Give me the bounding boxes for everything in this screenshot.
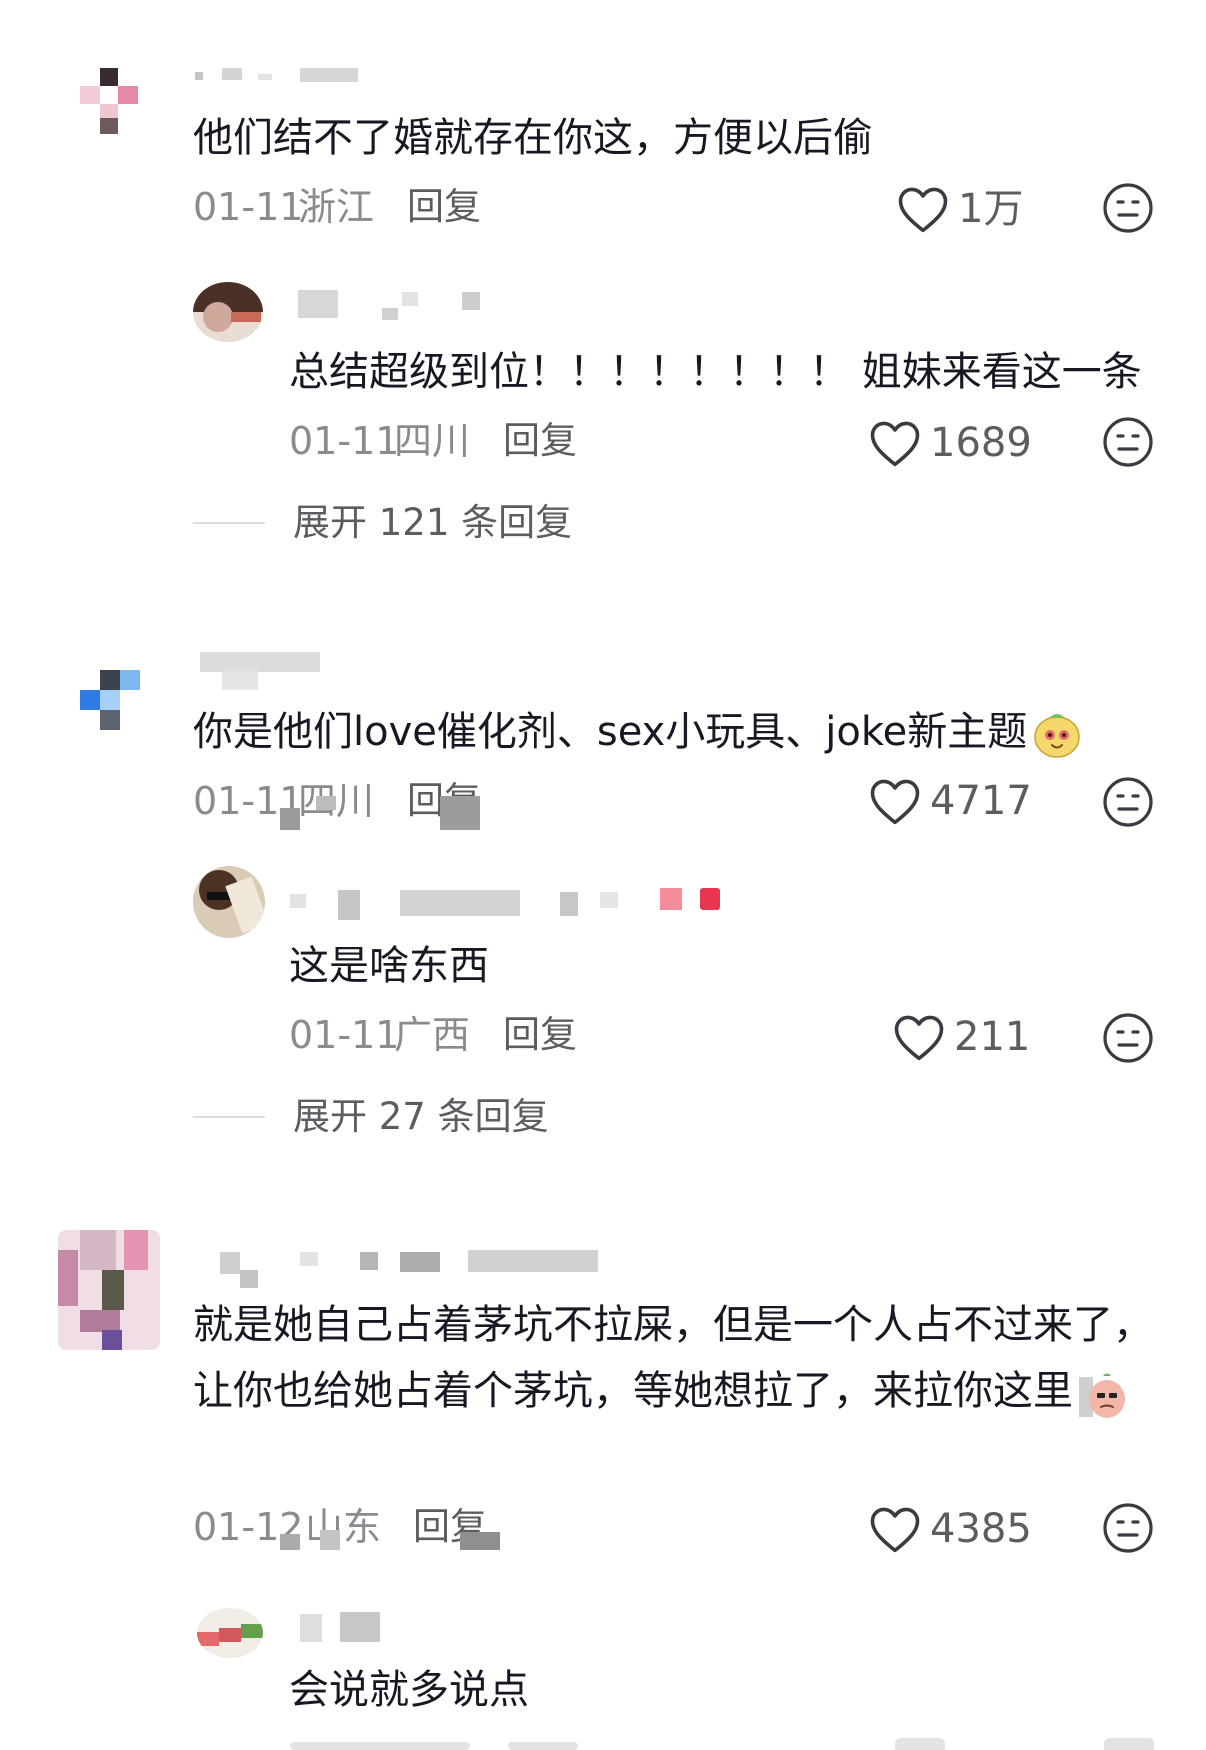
expand-replies-button[interactable]: 展开 27 条回复 [193, 1092, 549, 1142]
reply-location: 广西 [394, 1013, 471, 1057]
comment-location: 山东 [305, 1505, 382, 1549]
expand-count: 121 [378, 501, 450, 544]
like-count: 1万 [958, 186, 1024, 232]
expand-suffix: 条回复 [461, 501, 573, 544]
like-count: 4717 [930, 778, 1032, 824]
like-button[interactable]: 4385 [868, 1504, 1032, 1554]
divider [193, 522, 265, 524]
meh-face-icon[interactable] [1102, 1502, 1154, 1554]
avatar[interactable] [60, 648, 156, 744]
reply-date: 01-11 [289, 419, 400, 463]
heart-outline-icon [870, 421, 920, 467]
divider [193, 1116, 265, 1118]
comment-text: 你是他们love催化剂、sex小玩具、joke新主题 [193, 702, 1083, 762]
heart-outline-icon [870, 1507, 920, 1553]
comment-location: 四川 [298, 779, 375, 823]
comment-text: 就是她自己占着茅坑不拉屎，但是一个人占不过来了，让你也给她占着个茅坑，等她想拉了… [193, 1292, 1163, 1424]
expand-count: 27 [378, 1095, 426, 1138]
dog-face-emoji [1034, 714, 1080, 758]
comment-text-content: 你是他们love催化剂、sex小玩具、joke新主题 [193, 709, 1028, 755]
like-button[interactable]: 211 [892, 1012, 1030, 1062]
reply-button[interactable]: 回复 [503, 416, 577, 466]
reply-button[interactable]: 回复 [503, 1010, 577, 1060]
heart-outline-icon [894, 1015, 944, 1061]
sly-peach-emoji [1079, 1373, 1125, 1418]
meh-face-icon[interactable] [1102, 1012, 1154, 1064]
expand-replies-button[interactable]: 展开 121 条回复 [193, 498, 572, 548]
heart-outline-icon [898, 187, 948, 233]
reply-button[interactable]: 回复 [407, 182, 481, 232]
meh-face-icon[interactable] [1102, 416, 1154, 468]
reply-date: 01-11 [289, 1013, 400, 1057]
expand-suffix: 条回复 [437, 1095, 549, 1138]
like-button[interactable]: 4717 [868, 776, 1032, 826]
heart-outline-icon [870, 779, 920, 825]
like-button[interactable]: 1689 [868, 418, 1032, 468]
like-count: 211 [954, 1014, 1031, 1060]
comment-text-content: 就是她自己占着茅坑不拉屎，但是一个人占不过来了，让你也给她占着个茅坑，等她想拉了… [193, 1302, 1153, 1414]
expand-prefix: 展开 [293, 501, 367, 544]
comment-text: 他们结不了婚就存在你这，方便以后偷 [193, 115, 873, 161]
comment-date: 01-11 [193, 185, 304, 229]
expand-prefix: 展开 [293, 1095, 367, 1138]
like-button[interactable]: 1万 [896, 184, 1023, 234]
meh-face-icon[interactable] [1102, 776, 1154, 828]
meh-face-icon[interactable] [1102, 182, 1154, 234]
reply-text: 总结超级到位！！！！！！！！ 姐妹来看这一条 [289, 349, 1142, 395]
like-count: 4385 [930, 1506, 1032, 1552]
reply-location: 四川 [394, 419, 471, 463]
like-count: 1689 [930, 420, 1032, 466]
reply-text: 这是啥东西 [289, 943, 489, 989]
avatar[interactable] [64, 60, 144, 140]
avatar[interactable] [193, 282, 263, 342]
reply-text: 会说就多说点 [289, 1667, 529, 1713]
avatar[interactable] [193, 866, 265, 938]
comment-location: 浙江 [298, 185, 375, 229]
avatar[interactable] [197, 1608, 263, 1658]
avatar[interactable] [58, 1230, 160, 1350]
